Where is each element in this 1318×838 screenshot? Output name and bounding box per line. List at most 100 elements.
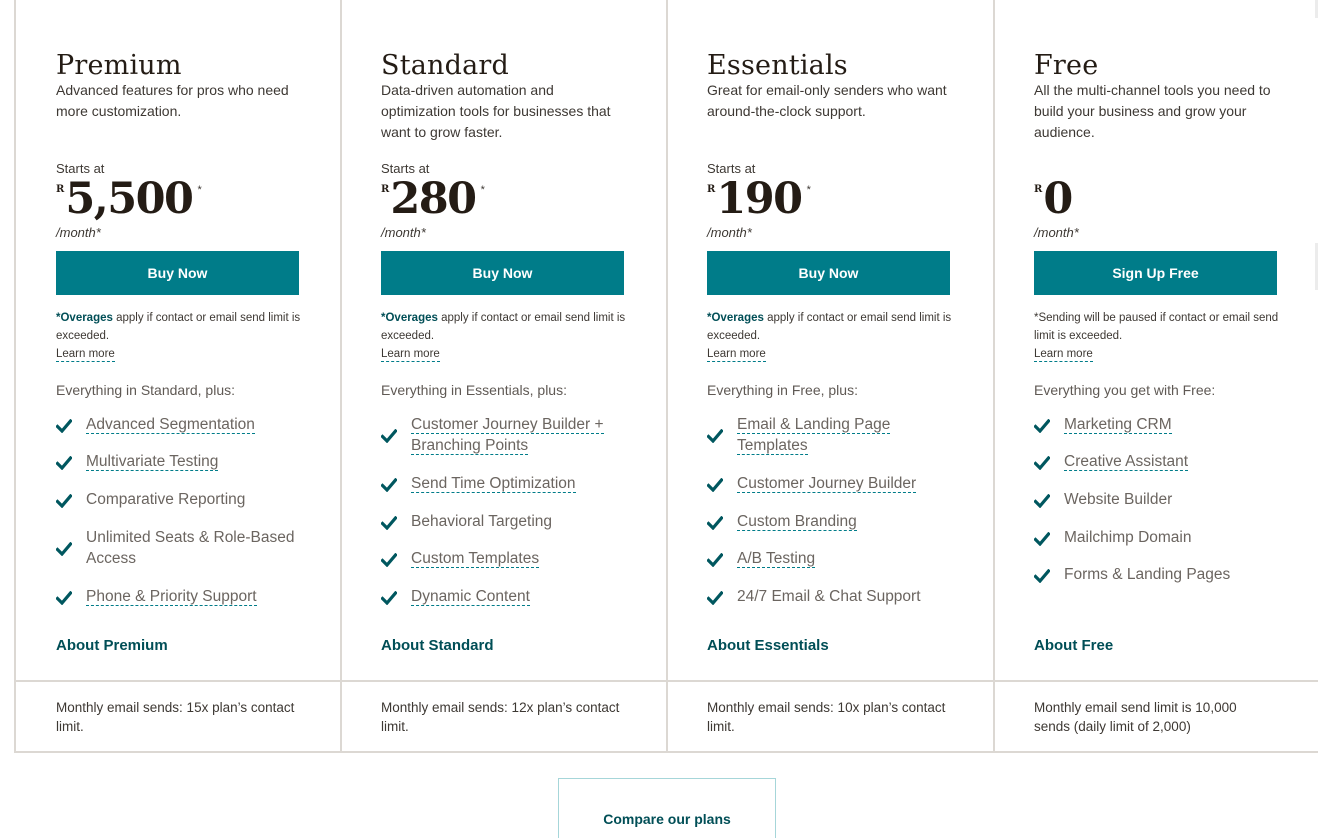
plan-description: Data-driven automation and optimization … (381, 82, 611, 140)
feature-label-text[interactable]: Custom Branding (737, 513, 857, 531)
feature-label-text[interactable]: Send Time Optimization (411, 475, 576, 493)
plan-description: Advanced features for pros who need more… (56, 82, 289, 119)
learn-more-link[interactable]: Learn more (707, 347, 766, 362)
feature-label[interactable]: A/B Testing (737, 548, 816, 569)
feature-item[interactable]: Phone & Priority Support (55, 586, 296, 607)
feature-item[interactable]: Advanced Segmentation (55, 414, 296, 435)
feature-label-text[interactable]: Creative Assistant (1064, 453, 1189, 471)
price-asterisk: * (806, 184, 811, 196)
features-heading: Everything in Free, plus: (707, 382, 858, 398)
plan-cta-button[interactable]: Buy Now (381, 251, 624, 295)
price-asterisk: * (197, 184, 202, 196)
billing-period: /month* (381, 225, 426, 240)
feature-item[interactable]: Multivariate Testing (55, 451, 296, 472)
feature-item[interactable]: Email & Landing Page Templates (706, 414, 947, 456)
billing-period: /month* (707, 225, 752, 240)
overages-link[interactable]: *Overages (381, 312, 438, 324)
about-plan-link[interactable]: About Standard (381, 637, 494, 654)
price-amount: 5,500 (65, 174, 194, 224)
feature-label-text[interactable]: A/B Testing (737, 550, 816, 568)
plan-title: Free (1034, 50, 1099, 82)
feature-label-text[interactable]: Customer Journey Builder (737, 475, 917, 493)
feature-label: Behavioral Targeting (411, 511, 552, 532)
feature-label[interactable]: Advanced Segmentation (86, 414, 255, 435)
plan-cta-button[interactable]: Buy Now (707, 251, 950, 295)
feature-label-text[interactable]: Phone & Priority Support (86, 588, 257, 606)
feature-label-text[interactable]: Custom Templates (411, 550, 540, 568)
send-limit-text: Monthly email sends: 15x plan’s contact … (56, 700, 295, 734)
price-amount: 190 (716, 174, 803, 224)
about-plan-link[interactable]: About Free (1034, 637, 1113, 654)
feature-label-text[interactable]: Multivariate Testing (86, 453, 219, 471)
feature-label[interactable]: Customer Journey Builder (737, 473, 917, 494)
feature-item[interactable]: A/B Testing (706, 548, 947, 569)
plan-cta-button[interactable]: Buy Now (56, 251, 299, 295)
learn-more-link[interactable]: Learn more (1034, 347, 1093, 362)
plan-title: Standard (381, 50, 510, 82)
check-icon (380, 477, 398, 492)
feature-item[interactable]: Send Time Optimization (380, 473, 621, 494)
feature-item: Forms & Landing Pages (1033, 564, 1274, 585)
learn-more-link[interactable]: Learn more (56, 347, 115, 362)
billing-period: /month* (56, 225, 101, 240)
feature-label[interactable]: Send Time Optimization (411, 473, 576, 494)
plan-price: R 0 (1034, 176, 1077, 222)
check-icon (1033, 531, 1051, 546)
check-icon (706, 477, 724, 492)
feature-label: Unlimited Seats & Role-Based Access (86, 527, 296, 569)
feature-label[interactable]: Email & Landing Page Templates (737, 414, 947, 456)
feature-item[interactable]: Custom Branding (706, 511, 947, 532)
price-amount: 280 (390, 174, 477, 224)
feature-label[interactable]: Customer Journey Builder + Branching Poi… (411, 414, 621, 456)
feature-label[interactable]: Custom Branding (737, 511, 857, 532)
feature-label[interactable]: Multivariate Testing (86, 451, 219, 472)
feature-label[interactable]: Custom Templates (411, 548, 540, 569)
feature-label[interactable]: Creative Assistant (1064, 451, 1189, 472)
feature-label: Mailchimp Domain (1064, 527, 1191, 548)
features-heading: Everything in Standard, plus: (56, 382, 235, 398)
feature-label[interactable]: Phone & Priority Support (86, 586, 257, 607)
currency-symbol: R (707, 184, 716, 195)
feature-item[interactable]: Custom Templates (380, 548, 621, 569)
feature-label[interactable]: Dynamic Content (411, 586, 530, 607)
feature-item[interactable]: Dynamic Content (380, 586, 621, 607)
feature-label-text: Website Builder (1064, 491, 1173, 508)
features-heading: Everything in Essentials, plus: (381, 382, 567, 398)
overages-link[interactable]: *Overages (707, 312, 764, 324)
feature-item: Behavioral Targeting (380, 511, 621, 532)
feature-item[interactable]: Marketing CRM (1033, 414, 1274, 435)
check-icon (55, 418, 73, 433)
overages-link[interactable]: *Overages (56, 312, 113, 324)
check-icon (55, 455, 73, 470)
check-icon (380, 590, 398, 605)
feature-label-text[interactable]: Customer Journey Builder + Branching Poi… (411, 416, 604, 455)
plan-cta-button[interactable]: Sign Up Free (1034, 251, 1277, 295)
overage-note: *Overages apply if contact or email send… (56, 309, 301, 363)
feature-label-text[interactable]: Dynamic Content (411, 588, 530, 606)
feature-label-text[interactable]: Marketing CRM (1064, 416, 1172, 434)
feature-item: 24/7 Email & Chat Support (706, 586, 947, 607)
feature-label[interactable]: Marketing CRM (1064, 414, 1172, 435)
send-limit-text: Monthly email sends: 10x plan’s contact … (707, 700, 946, 734)
feature-label-text[interactable]: Advanced Segmentation (86, 416, 255, 434)
currency-symbol: R (381, 184, 390, 195)
check-icon (706, 515, 724, 530)
overage-note-text: *Sending will be paused if contact or em… (1034, 312, 1279, 342)
about-plan-link[interactable]: About Premium (56, 637, 168, 654)
feature-item[interactable]: Customer Journey Builder + Branching Poi… (380, 414, 621, 456)
learn-more-link[interactable]: Learn more (381, 347, 440, 362)
overage-note: *Overages apply if contact or email send… (707, 309, 952, 363)
send-limit-text: Monthly email sends: 12x plan’s contact … (381, 700, 620, 734)
feature-item[interactable]: Customer Journey Builder (706, 473, 947, 494)
feature-item[interactable]: Creative Assistant (1033, 451, 1274, 472)
send-limit-text: Monthly email send limit is 10,000 sends… (1034, 700, 1237, 734)
feature-label-text[interactable]: Email & Landing Page Templates (737, 416, 891, 455)
plan-description: All the multi-channel tools you need to … (1034, 82, 1271, 140)
check-icon (706, 590, 724, 605)
check-icon (380, 552, 398, 567)
plan-title: Premium (56, 50, 182, 82)
overage-note: *Overages apply if contact or email send… (381, 309, 626, 363)
about-plan-link[interactable]: About Essentials (707, 637, 829, 654)
overage-note: *Sending will be paused if contact or em… (1034, 309, 1279, 363)
compare-plans-button[interactable]: Compare our plans (558, 778, 776, 838)
